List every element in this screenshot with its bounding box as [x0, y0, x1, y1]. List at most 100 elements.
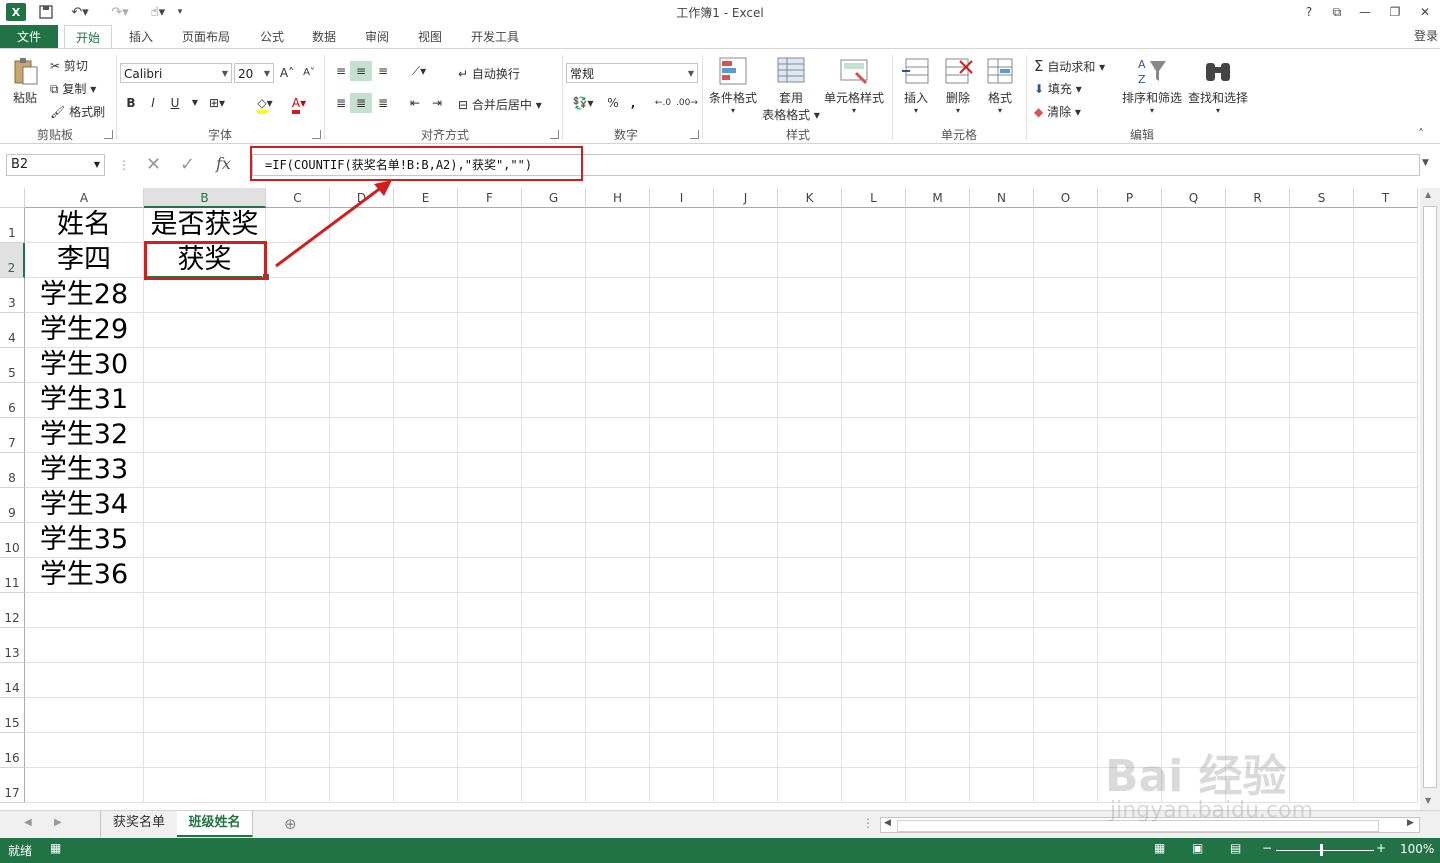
scroll-up-icon[interactable]: ▲ [1425, 190, 1431, 199]
cell-f13[interactable] [458, 628, 522, 663]
cell-k4[interactable] [778, 313, 842, 348]
tab-home[interactable]: 开始 [64, 25, 112, 49]
cell-p1[interactable] [1098, 208, 1162, 243]
cell-h4[interactable] [586, 313, 650, 348]
cell-c9[interactable] [266, 488, 330, 523]
cell-e13[interactable] [394, 628, 458, 663]
cell-l13[interactable] [842, 628, 906, 663]
cell-g11[interactable] [522, 558, 586, 593]
cell-k8[interactable] [778, 453, 842, 488]
cell-t6[interactable] [1354, 383, 1418, 418]
cell-s2[interactable] [1290, 243, 1354, 278]
cell-t14[interactable] [1354, 663, 1418, 698]
cell-b9[interactable] [144, 488, 266, 523]
cell-q3[interactable] [1162, 278, 1226, 313]
cell-j14[interactable] [714, 663, 778, 698]
conditional-formatting-button[interactable]: 条件格式 ▾ [706, 55, 760, 115]
next-sheet-icon[interactable]: ▶ [54, 817, 62, 828]
cell-p2[interactable] [1098, 243, 1162, 278]
cell-h13[interactable] [586, 628, 650, 663]
cell-g8[interactable] [522, 453, 586, 488]
cell-g17[interactable] [522, 768, 586, 803]
cell-i1[interactable] [650, 208, 714, 243]
cell-d10[interactable] [330, 523, 394, 558]
cell-m13[interactable] [906, 628, 970, 663]
row-header-8[interactable]: 8 [0, 453, 25, 488]
cell-l11[interactable] [842, 558, 906, 593]
cell-a6[interactable]: 学生31 [25, 383, 144, 418]
cell-f14[interactable] [458, 663, 522, 698]
cell-o2[interactable] [1034, 243, 1098, 278]
increase-decimal-icon[interactable]: ←.0 [652, 93, 674, 113]
row-header-3[interactable]: 3 [0, 278, 25, 313]
cell-d6[interactable] [330, 383, 394, 418]
cell-l5[interactable] [842, 348, 906, 383]
cell-g4[interactable] [522, 313, 586, 348]
cell-r6[interactable] [1226, 383, 1290, 418]
vertical-scroll-thumb[interactable] [1423, 206, 1437, 788]
cell-a11[interactable]: 学生36 [25, 558, 144, 593]
cell-t3[interactable] [1354, 278, 1418, 313]
expand-formula-bar-icon[interactable]: ▼ [1422, 158, 1429, 168]
cell-h10[interactable] [586, 523, 650, 558]
cell-j8[interactable] [714, 453, 778, 488]
cell-h5[interactable] [586, 348, 650, 383]
normal-view-icon[interactable]: ▦ [1154, 841, 1165, 855]
cell-j12[interactable] [714, 593, 778, 628]
row-header-16[interactable]: 16 [0, 733, 25, 768]
cell-f10[interactable] [458, 523, 522, 558]
cell-n10[interactable] [970, 523, 1034, 558]
cell-b7[interactable] [144, 418, 266, 453]
ribbon-display-options-icon[interactable]: ⧉ [1324, 2, 1350, 22]
cell-g6[interactable] [522, 383, 586, 418]
cell-a3[interactable]: 学生28 [25, 278, 144, 313]
cell-s3[interactable] [1290, 278, 1354, 313]
row-header-1[interactable]: 1 [0, 208, 25, 243]
cut-button[interactable]: ✂ 剪切 [50, 57, 88, 74]
cell-l2[interactable] [842, 243, 906, 278]
decrease-decimal-icon[interactable]: .00→ [676, 93, 698, 113]
cell-r10[interactable] [1226, 523, 1290, 558]
cell-q1[interactable] [1162, 208, 1226, 243]
cell-g15[interactable] [522, 698, 586, 733]
cell-a16[interactable] [25, 733, 144, 768]
tab-page-layout[interactable]: 页面布局 [174, 25, 238, 49]
cell-m12[interactable] [906, 593, 970, 628]
fill-button[interactable]: ⬇ 填充 ▾ [1034, 80, 1082, 97]
font-name-combo[interactable]: Calibri ▼ [120, 63, 232, 83]
cell-s6[interactable] [1290, 383, 1354, 418]
cell-p10[interactable] [1098, 523, 1162, 558]
cell-d4[interactable] [330, 313, 394, 348]
cell-l1[interactable] [842, 208, 906, 243]
cell-t7[interactable] [1354, 418, 1418, 453]
restore-button[interactable]: ❐ [1382, 2, 1408, 22]
cell-m11[interactable] [906, 558, 970, 593]
cell-t11[interactable] [1354, 558, 1418, 593]
cell-p4[interactable] [1098, 313, 1162, 348]
cell-f4[interactable] [458, 313, 522, 348]
cell-l14[interactable] [842, 663, 906, 698]
zoom-slider-track[interactable] [1276, 850, 1374, 851]
cell-d8[interactable] [330, 453, 394, 488]
macro-record-icon[interactable]: ▦ [50, 841, 61, 855]
cell-r5[interactable] [1226, 348, 1290, 383]
column-header-m[interactable]: M [906, 188, 970, 208]
cell-q11[interactable] [1162, 558, 1226, 593]
cell-i13[interactable] [650, 628, 714, 663]
cell-c5[interactable] [266, 348, 330, 383]
cell-m9[interactable] [906, 488, 970, 523]
select-all-corner[interactable] [0, 188, 25, 208]
cell-o4[interactable] [1034, 313, 1098, 348]
cell-h1[interactable] [586, 208, 650, 243]
cell-h12[interactable] [586, 593, 650, 628]
row-header-7[interactable]: 7 [0, 418, 25, 453]
cell-f17[interactable] [458, 768, 522, 803]
cell-k15[interactable] [778, 698, 842, 733]
cell-t13[interactable] [1354, 628, 1418, 663]
cell-l12[interactable] [842, 593, 906, 628]
cell-a15[interactable] [25, 698, 144, 733]
autosum-button[interactable]: Σ 自动求和 ▾ [1034, 57, 1105, 75]
cell-i2[interactable] [650, 243, 714, 278]
cell-e4[interactable] [394, 313, 458, 348]
cell-i12[interactable] [650, 593, 714, 628]
